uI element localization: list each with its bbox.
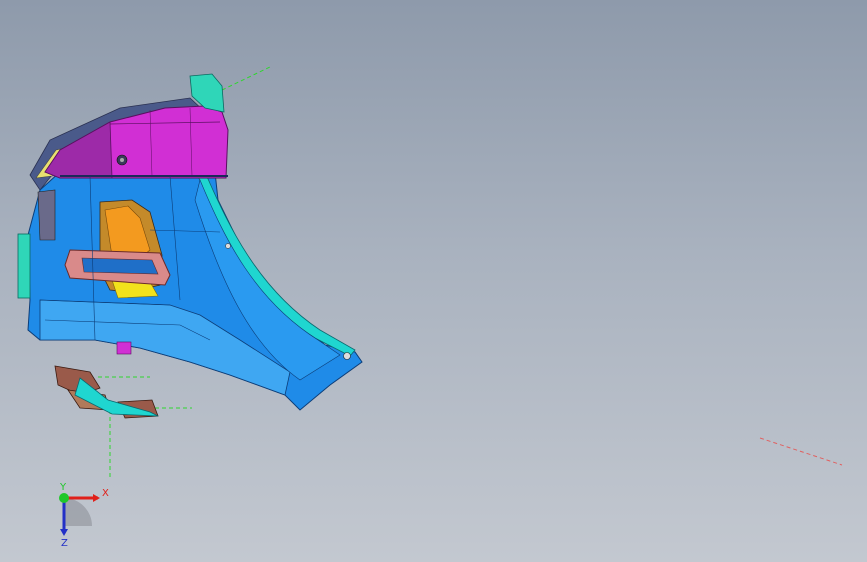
z-axis-head [60,529,68,536]
axis-triad: X Y Z [59,482,109,549]
reference-line-top [221,65,273,91]
x-axis-label: X [102,488,109,499]
y-axis-dot [59,493,69,503]
tow-hook-cover [116,341,132,355]
bumper-model[interactable] [17,73,363,419]
y-axis-label: Y [59,482,67,493]
3d-model-canvas[interactable] [0,0,867,562]
z-axis-label: Z [61,538,68,549]
cad-viewport[interactable]: X Y Z [0,0,867,562]
side-mount-strip [17,233,31,299]
mount-clip-icon [225,243,231,249]
reflector-opening [81,257,159,275]
side-grille [37,189,56,241]
x-axis-head [93,494,100,502]
mount-clip-icon [343,352,351,360]
reference-line-red [759,437,843,466]
